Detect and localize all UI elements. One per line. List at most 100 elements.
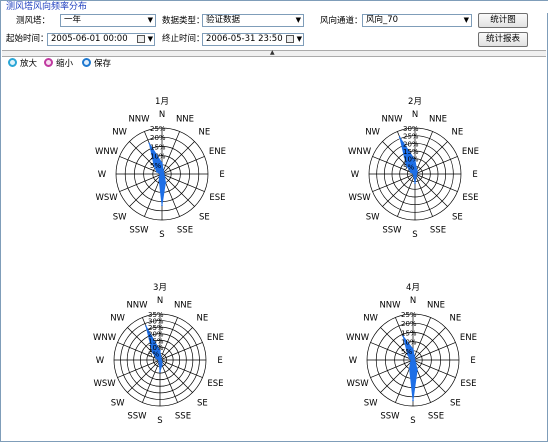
ring-label: 15% xyxy=(401,329,417,337)
data-point-wnw xyxy=(156,171,158,173)
direction-label-nw: NW xyxy=(363,314,378,324)
chart-title: 2月 xyxy=(408,97,422,107)
ring-label: 20% xyxy=(401,320,417,328)
end-time-picker[interactable]: 2006-05-31 23:50 ▼ xyxy=(202,33,304,46)
data-point-w xyxy=(412,173,415,175)
direction-label-nne: NNE xyxy=(176,115,194,125)
direction-label-w: W xyxy=(351,170,360,180)
data-point-ssw xyxy=(413,176,415,178)
direction-label-ne: NE xyxy=(450,314,462,324)
data-point-s xyxy=(414,182,416,184)
data-point-n xyxy=(412,348,414,350)
data-point-nne xyxy=(416,169,418,171)
zoom-in-button[interactable]: 放大 xyxy=(8,58,37,71)
direction-label-se: SE xyxy=(450,398,461,408)
ring-label: 15% xyxy=(150,143,166,151)
direction-label-sse: SSE xyxy=(430,225,446,235)
direction-label-ne: NE xyxy=(452,128,464,138)
chevron-down-icon[interactable]: ▼ xyxy=(464,15,469,26)
data-point-sw xyxy=(158,175,161,178)
collapse-arrow-icon[interactable]: ▲ xyxy=(270,50,275,56)
direction-label-ese: ESE xyxy=(460,379,476,389)
stats-chart-button[interactable]: 统计图 xyxy=(478,13,528,28)
ring-label: 10% xyxy=(403,156,419,164)
grid-spoke xyxy=(412,359,446,393)
direction-label-s: S xyxy=(159,230,164,240)
direction-label-s: S xyxy=(412,230,417,240)
direction-label-se: SE xyxy=(452,212,463,222)
direction-label-ese: ESE xyxy=(462,193,478,203)
direction-label-sw: SW xyxy=(366,212,380,222)
save-button[interactable]: 保存 xyxy=(82,58,111,71)
wind-rose-chart: 5%10%15%20%25%30%35%N NNENEENEEESESESSESS… xyxy=(93,283,224,426)
chevron-down-icon[interactable]: ▼ xyxy=(148,34,153,45)
chevron-down-icon[interactable]: ▼ xyxy=(296,15,301,26)
data-point-nnw xyxy=(145,325,147,327)
save-icon xyxy=(82,58,91,67)
ring-label: 10% xyxy=(401,339,417,347)
calendar-icon[interactable] xyxy=(286,35,294,43)
direction-label-nnw: NNW xyxy=(128,115,150,125)
data-point-sse xyxy=(416,369,419,372)
grid-spoke xyxy=(127,359,161,393)
zoom-out-label: 缩小 xyxy=(56,59,74,69)
calendar-icon[interactable] xyxy=(137,35,145,43)
channel-select-value: 风向_70 xyxy=(366,15,399,25)
data-point-ssw xyxy=(408,367,411,370)
data-point-sw xyxy=(409,361,412,364)
chevron-down-icon[interactable]: ▼ xyxy=(297,34,302,45)
direction-label-e: E xyxy=(219,170,224,180)
direction-label-sse: SSE xyxy=(428,411,444,421)
start-time-picker[interactable]: 2005-06-01 00:00 ▼ xyxy=(47,33,155,46)
start-time-value: 2005-06-01 00:00 xyxy=(51,34,128,44)
data-point-ne xyxy=(416,171,419,173)
direction-label-wsw: WSW xyxy=(346,379,369,389)
data-point-s xyxy=(159,371,161,373)
data-point-sse xyxy=(415,176,418,178)
ring-label: 5% xyxy=(401,348,412,356)
ring-label: 10% xyxy=(150,153,166,161)
direction-label-sse: SSE xyxy=(177,225,193,235)
direction-label-ssw: SSW xyxy=(129,225,149,235)
zoom-in-label: 放大 xyxy=(20,59,38,69)
data-point-s xyxy=(161,204,163,207)
tower-select[interactable]: 一年 ▼ xyxy=(60,14,156,27)
data-point-se xyxy=(414,361,417,364)
grid-spoke xyxy=(159,327,193,361)
direction-label-nw: NW xyxy=(365,128,380,138)
chevron-down-icon[interactable]: ▼ xyxy=(148,15,153,26)
data-type-select[interactable]: 验证数据 ▼ xyxy=(202,14,304,27)
direction-label-nnw: NNW xyxy=(379,301,401,311)
ring-label: 25% xyxy=(403,133,419,141)
direction-label-nnw: NNW xyxy=(126,301,148,311)
direction-label-nne: NNE xyxy=(174,301,192,311)
channel-select[interactable]: 风向_70 ▼ xyxy=(362,14,472,27)
direction-label-ese: ESE xyxy=(209,193,225,203)
data-point-se xyxy=(163,175,166,178)
direction-label-nw: NW xyxy=(112,128,127,138)
direction-label-nne: NNE xyxy=(429,115,447,125)
ring-label: 20% xyxy=(403,140,419,148)
tower-select-value: 一年 xyxy=(64,15,82,25)
data-point-nnw xyxy=(398,136,401,138)
grid-spoke xyxy=(161,173,195,207)
direction-label-sw: SW xyxy=(111,398,125,408)
zoom-out-button[interactable]: 缩小 xyxy=(44,58,73,71)
stats-report-button[interactable]: 统计报表 xyxy=(478,32,528,47)
end-time-value: 2006-05-31 23:50 xyxy=(206,34,283,44)
data-point-w xyxy=(157,359,160,361)
grid-spoke xyxy=(161,141,195,175)
direction-label-e: E xyxy=(470,356,475,366)
direction-label-se: SE xyxy=(199,212,210,222)
data-point-se xyxy=(161,361,163,363)
direction-label-w: W xyxy=(96,356,105,366)
direction-label-ene: ENE xyxy=(460,333,477,343)
direction-label-wnw: WNW xyxy=(95,147,119,157)
panel-splitter[interactable]: ▲ xyxy=(2,50,546,57)
direction-label-s: S xyxy=(157,416,162,426)
zoom-out-icon xyxy=(44,58,53,67)
direction-label-n: N xyxy=(410,296,416,306)
direction-label-wnw: WNW xyxy=(93,333,117,343)
direction-label-ssw: SSW xyxy=(382,225,402,235)
data-point-n xyxy=(161,162,163,164)
